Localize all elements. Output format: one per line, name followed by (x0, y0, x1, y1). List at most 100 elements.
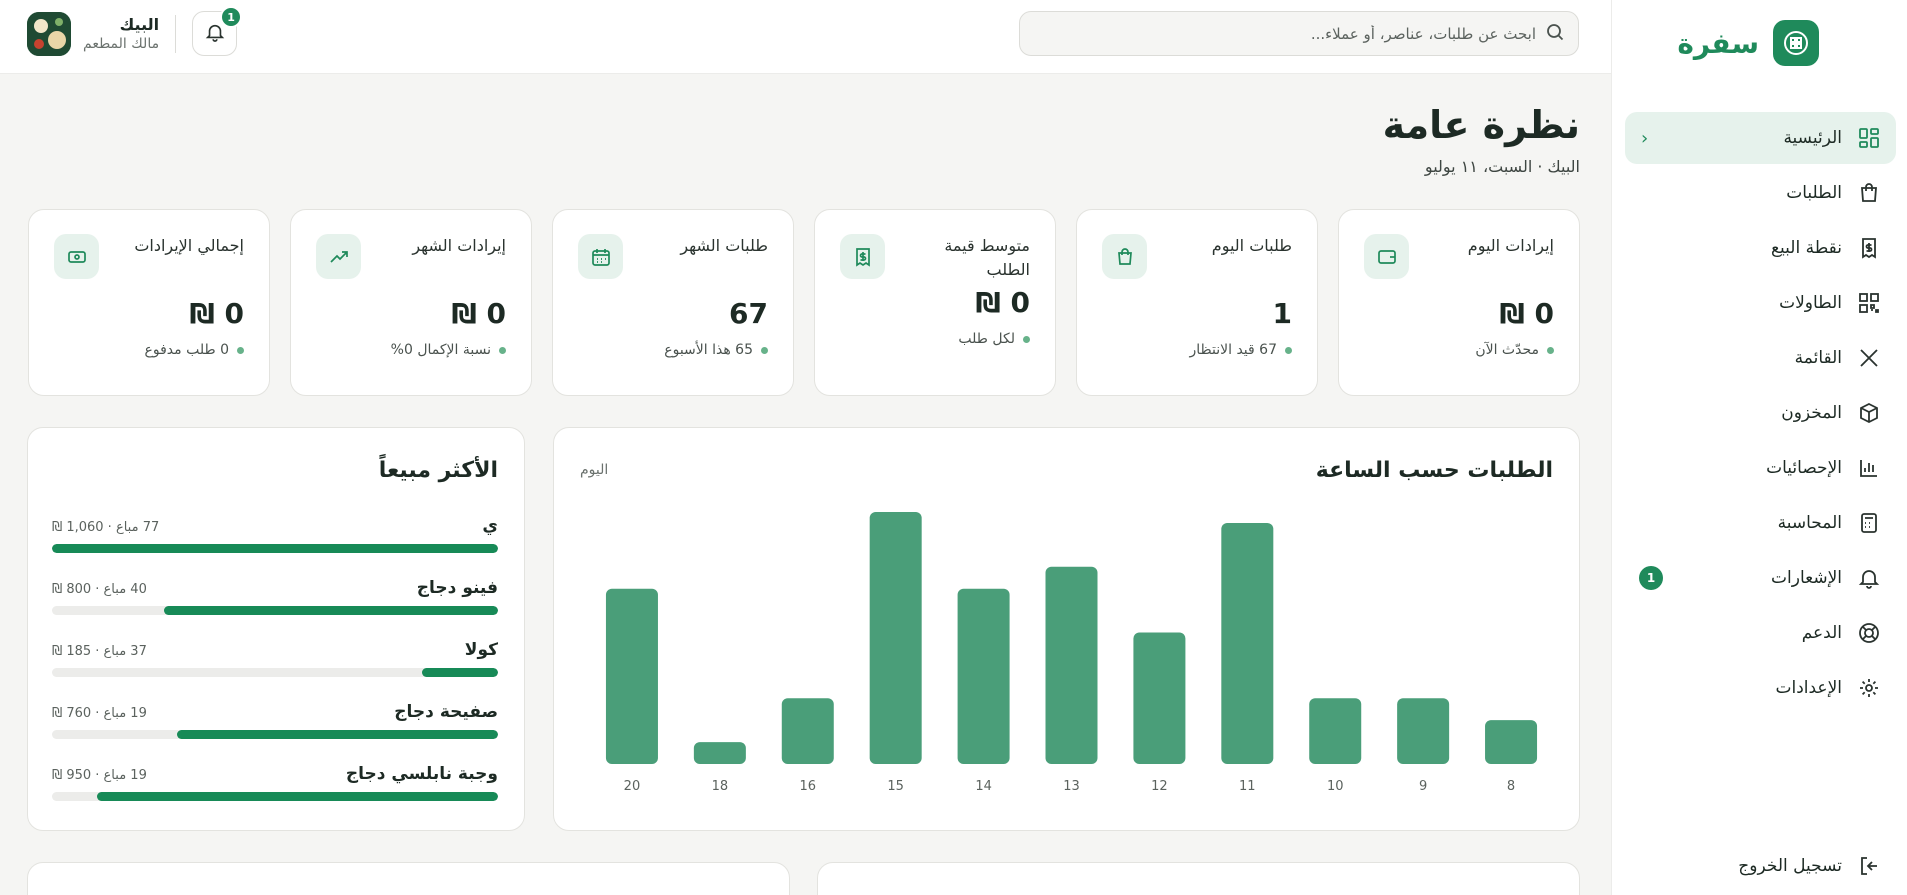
bar-hour-15[interactable] (869, 512, 922, 764)
bar-hour-8[interactable] (1485, 720, 1538, 764)
item-meta: 19 مباع · 950 ₪ (52, 768, 147, 783)
status-dot (1023, 335, 1030, 343)
tick-label-8: 8 (1507, 779, 1515, 794)
bar-hour-10[interactable] (1309, 698, 1362, 764)
tick-label-12: 12 (1151, 779, 1168, 794)
hourly-orders-card: الطلبات حسب الساعة اليوم 8 9 10 11 12 13 14 15 1… (553, 427, 1580, 831)
sidebar-item-support[interactable]: الدعم (1625, 607, 1896, 659)
stat-title: إيرادات اليوم (1467, 236, 1554, 255)
trending-up-icon (316, 234, 361, 279)
item-name: ي (482, 516, 498, 536)
sidebar-item-orders[interactable]: الطلبات (1625, 167, 1896, 219)
notification-count-badge: 1 (220, 6, 243, 28)
status-dot (499, 346, 506, 354)
tick-label-20: 20 (624, 779, 641, 794)
sidebar-item-notifications[interactable]: الإشعارات 1 (1625, 552, 1896, 604)
tick-label-18: 18 (712, 779, 729, 794)
item-meta: 40 مباع · 800 ₪ (52, 582, 147, 597)
stat-card-month-revenue[interactable]: إيرادات الشهر 0 ₪ نسبة الإكمال 0% (290, 209, 532, 396)
stat-card-today-orders[interactable]: طلبات اليوم 1 67 قيد الانتظار (1076, 209, 1318, 396)
chart-period: اليوم (580, 462, 609, 478)
sidebar-item-statistics[interactable]: الإحصائيات (1625, 442, 1896, 494)
sidebar-item-pos[interactable]: نقطة البيع (1625, 222, 1896, 274)
top-sellers-card: الأكثر مبيعاً ي 77 مباع · 1,060 ₪ فينو دج… (27, 427, 525, 831)
stat-card-avg-order[interactable]: متوسط قيمة الطلب 0 ₪ لكل طلب (814, 209, 1056, 396)
sidebar-item-settings[interactable]: الإعدادات (1625, 662, 1896, 714)
stat-note: 67 قيد الانتظار (1102, 342, 1292, 358)
sidebar: سفرة الرئيسية ‹ الطلبات نقطة البيع الطاو… (1611, 0, 1907, 895)
bottom-card-left (27, 862, 790, 895)
page-title: نظرة عامة (1382, 103, 1580, 147)
list-item[interactable]: صفيحة دجاج 19 مباع · 760 ₪ (52, 702, 498, 764)
bar-hour-13[interactable] (1045, 566, 1098, 764)
sidebar-item-label: الإعدادات (1775, 678, 1842, 698)
progress-track (52, 668, 498, 677)
sidebar-item-accounting[interactable]: المحاسبة (1625, 497, 1896, 549)
bell-icon (1856, 565, 1882, 591)
stat-card-total-revenue[interactable]: إجمالي الإيرادات 0 ₪ 0 طلب مدفوع (28, 209, 270, 396)
hourly-orders-chart: 8 9 10 11 12 13 14 15 16 18 20 (605, 512, 1538, 794)
item-meta: 77 مباع · 1,060 ₪ (52, 520, 160, 535)
stat-card-month-orders[interactable]: طلبات الشهر 67 65 هذا الأسبوع (552, 209, 794, 396)
sidebar-item-label: المحاسبة (1777, 513, 1842, 533)
bar-hour-20[interactable] (605, 588, 658, 764)
sidebar-item-label: الإشعارات (1771, 568, 1842, 588)
sidebar-item-tables[interactable]: الطاولات (1625, 277, 1896, 329)
item-name: وجبة نابلسي دجاج (345, 764, 498, 784)
logout-button[interactable]: تسجيل الخروج (1738, 853, 1882, 879)
utensils-icon (1856, 345, 1882, 371)
list-item[interactable]: فينو دجاج 40 مباع · 800 ₪ (52, 578, 498, 640)
shopping-bag-icon (1856, 180, 1882, 206)
dashboard-icon (1856, 125, 1882, 151)
stat-note-text: 67 قيد الانتظار (1189, 342, 1278, 358)
chevron-left-icon: ‹ (1641, 127, 1649, 149)
tick-label-15: 15 (887, 779, 904, 794)
tick-label-16: 16 (799, 779, 816, 794)
bar-hour-18[interactable] (693, 742, 746, 764)
sidebar-item-label: القائمة (1794, 348, 1842, 368)
qr-code-icon (1856, 290, 1882, 316)
cash-icon (54, 234, 99, 279)
stat-note: 0 طلب مدفوع (54, 342, 244, 358)
list-item[interactable]: وجبة نابلسي دجاج 19 مباع · 950 ₪ (52, 764, 498, 826)
progress-fill (422, 668, 498, 677)
bar-hour-12[interactable] (1133, 632, 1186, 764)
logout-label: تسجيل الخروج (1738, 856, 1842, 876)
progress-track (52, 730, 498, 739)
sidebar-item-label: الطاولات (1779, 293, 1842, 313)
stat-card-today-revenue[interactable]: إيرادات اليوم 0 ₪ محدّث الآن (1338, 209, 1580, 396)
avatar[interactable] (27, 11, 71, 56)
notifications-button[interactable]: 1 (192, 6, 243, 56)
sidebar-item-inventory[interactable]: المخزون (1625, 387, 1896, 439)
stat-note: محدّث الآن (1364, 342, 1554, 358)
bar-hour-16[interactable] (781, 698, 834, 764)
progress-track (52, 544, 498, 553)
box-icon (1856, 400, 1882, 426)
top-sellers-list: ي 77 مباع · 1,060 ₪ فينو دجاج 40 مباع · 80… (52, 516, 498, 826)
bar-hour-14[interactable] (957, 588, 1010, 764)
bottom-card-right (817, 862, 1580, 895)
list-item[interactable]: ي 77 مباع · 1,060 ₪ (52, 516, 498, 578)
logout-icon (1856, 853, 1882, 879)
list-item[interactable]: كولا 37 مباع · 185 ₪ (52, 640, 498, 702)
tick-label-9: 9 (1419, 779, 1427, 794)
divider (175, 14, 177, 53)
progress-track (52, 606, 498, 615)
stat-note-text: لكل طلب (958, 331, 1015, 347)
status-dot (761, 346, 768, 354)
brand[interactable]: سفرة (1677, 20, 1819, 66)
search-box[interactable] (1019, 11, 1579, 56)
bar-hour-9[interactable] (1397, 698, 1450, 764)
sidebar-nav: الرئيسية ‹ الطلبات نقطة البيع الطاولات ا… (1625, 112, 1896, 717)
stat-value: 0 ₪ (1499, 297, 1554, 330)
notifications-badge: 1 (1639, 566, 1663, 590)
item-meta: 37 مباع · 185 ₪ (52, 644, 147, 659)
sidebar-item-label: الدعم (1801, 623, 1842, 643)
search-icon (1546, 23, 1564, 45)
bar-hour-11[interactable] (1221, 522, 1274, 764)
user-role: مالك المطعم (83, 36, 160, 52)
sidebar-item-menu[interactable]: القائمة (1625, 332, 1896, 384)
sidebar-item-home[interactable]: الرئيسية ‹ (1625, 112, 1896, 164)
search-input[interactable] (1034, 24, 1536, 43)
topbar: البيك مالك المطعم 1 (0, 0, 1611, 74)
